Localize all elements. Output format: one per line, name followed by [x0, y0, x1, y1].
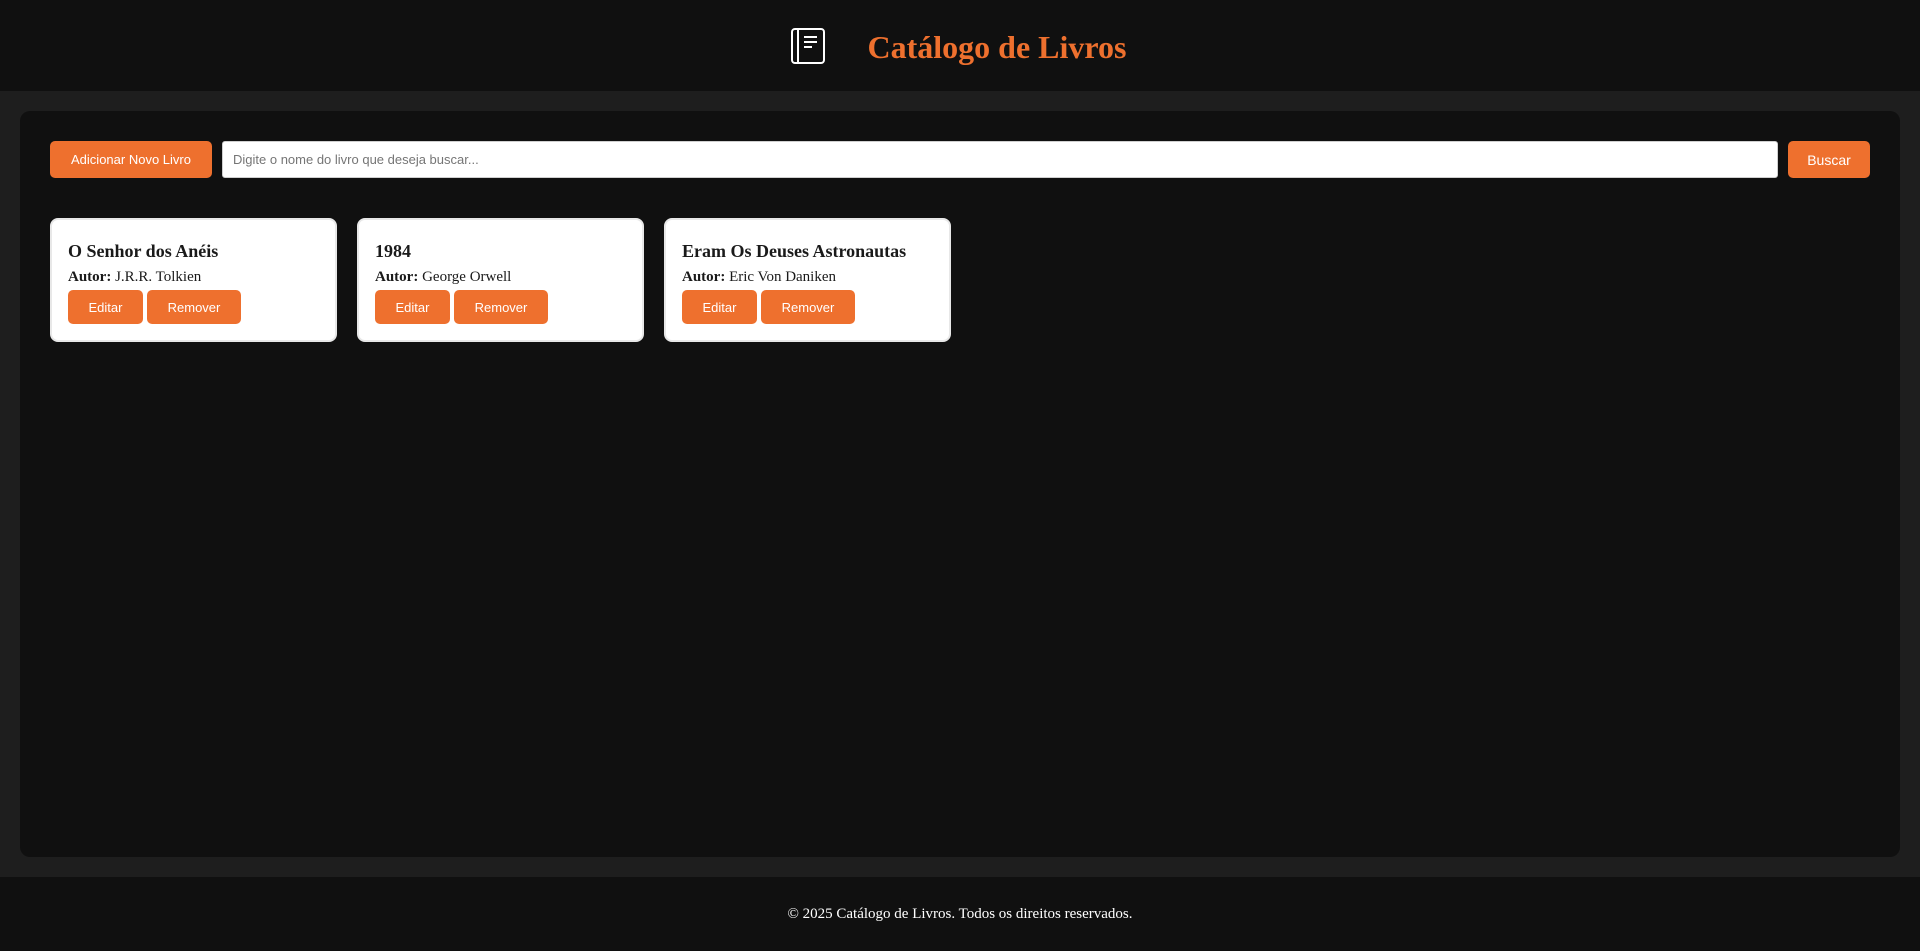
remove-button[interactable]: Remover [761, 290, 855, 324]
edit-button[interactable]: Editar [68, 290, 143, 324]
author-label: Autor: [375, 269, 419, 285]
remove-button[interactable]: Remover [454, 290, 548, 324]
edit-button[interactable]: Editar [375, 290, 450, 324]
book-title: O Senhor dos Anéis [68, 241, 219, 261]
book-author: Autor: J.R.R. Tolkien [68, 270, 319, 285]
card-actions: Editar Remover [68, 290, 319, 324]
book-card: O Senhor dos Anéis Autor: J.R.R. Tolkien… [50, 218, 337, 342]
add-book-button[interactable]: Adicionar Novo Livro [50, 141, 212, 178]
edit-button[interactable]: Editar [682, 290, 757, 324]
author-name: George Orwell [422, 269, 512, 285]
book-card: Eram Os Deuses Astronautas Autor: Eric V… [664, 218, 951, 342]
main-panel: Adicionar Novo Livro Buscar O Senhor dos… [20, 111, 1900, 857]
author-name: J.R.R. Tolkien [115, 269, 202, 285]
author-label: Autor: [682, 269, 726, 285]
footer-copyright: © 2025 Catálogo de Livros. Todos os dire… [787, 905, 1133, 922]
book-author: Autor: Eric Von Daniken [682, 270, 933, 285]
book-card: 1984 Autor: George Orwell Editar Remover [357, 218, 644, 342]
search-input[interactable] [222, 141, 1778, 178]
search-button[interactable]: Buscar [1788, 141, 1870, 178]
card-actions: Editar Remover [375, 290, 626, 324]
book-author: Autor: George Orwell [375, 270, 626, 285]
app-footer: © 2025 Catálogo de Livros. Todos os dire… [0, 877, 1920, 951]
remove-button[interactable]: Remover [147, 290, 241, 324]
book-list: O Senhor dos Anéis Autor: J.R.R. Tolkien… [50, 218, 951, 342]
author-label: Autor: [68, 269, 112, 285]
book-title: 1984 [375, 241, 411, 261]
book-icon [790, 27, 826, 65]
toolbar: Adicionar Novo Livro Buscar [50, 141, 1870, 178]
book-title: Eram Os Deuses Astronautas [682, 241, 907, 261]
author-name: Eric Von Daniken [729, 269, 837, 285]
card-actions: Editar Remover [682, 290, 933, 324]
page-title: Catálogo de Livros [867, 28, 1127, 65]
app-header: Catálogo de Livros [0, 0, 1920, 91]
